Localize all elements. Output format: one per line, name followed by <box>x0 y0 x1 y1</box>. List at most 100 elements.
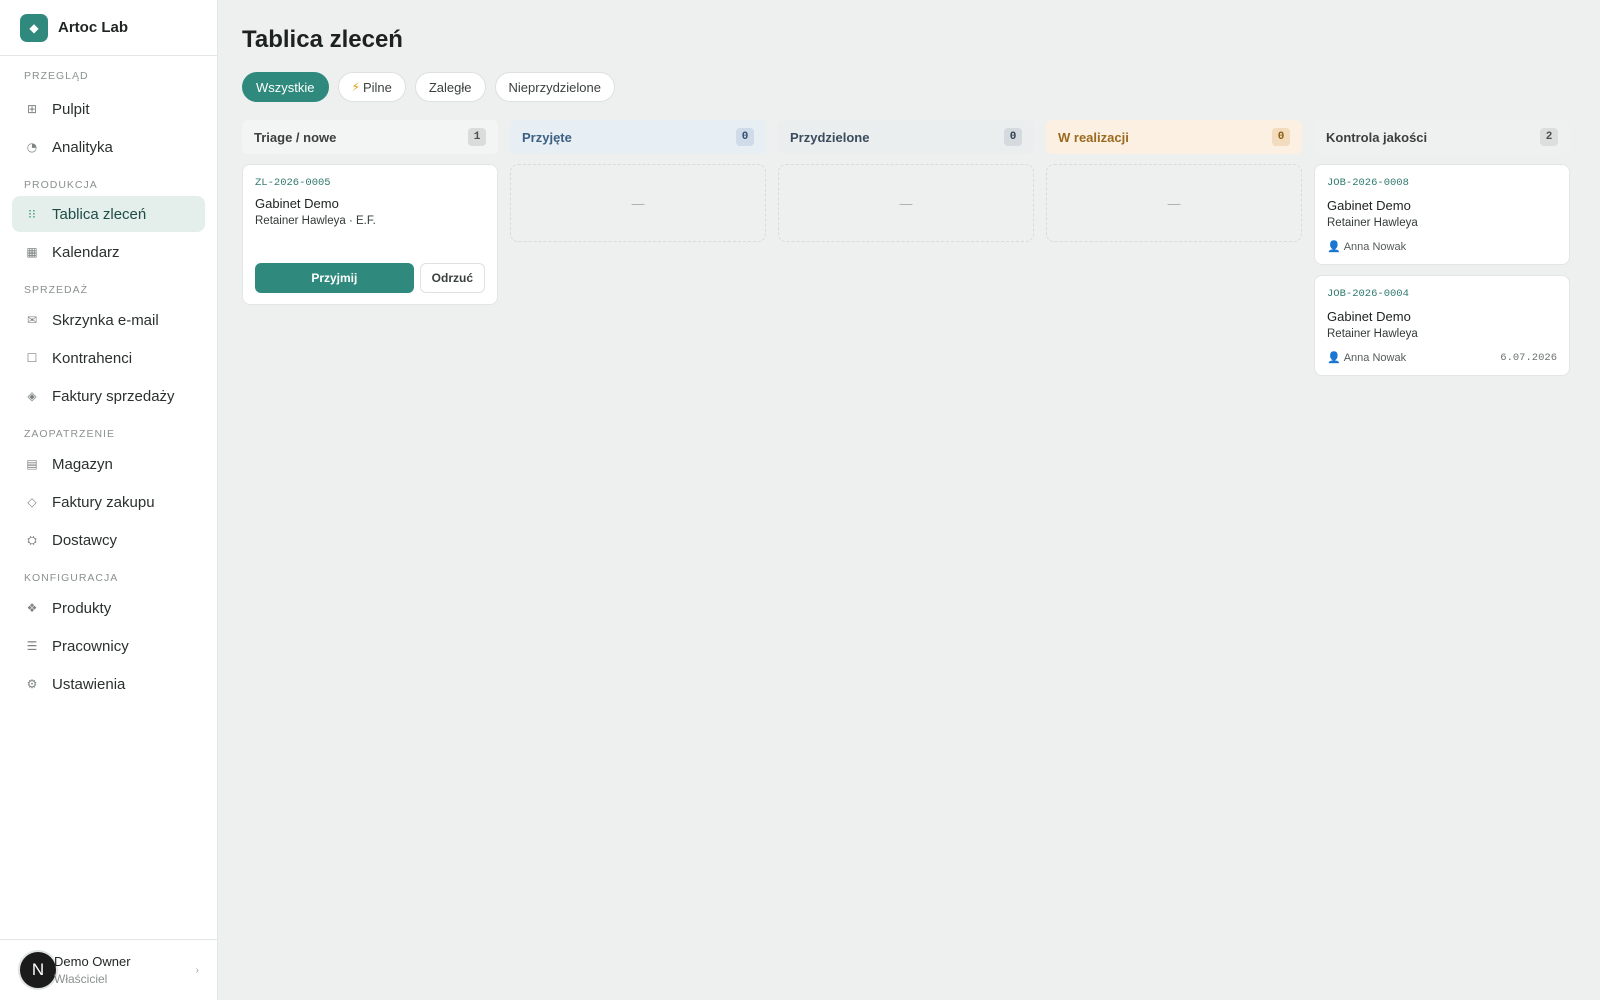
filter-pilne[interactable]: ⚡ Pilne <box>337 72 406 102</box>
job-subtitle: Retainer Hawleya <box>1327 217 1418 229</box>
board-icon: ⁝⁝ <box>28 207 36 221</box>
filter-zalegle[interactable]: Zaległe <box>414 72 486 102</box>
filter-nieprzydzielone[interactable]: Nieprzydzielone <box>494 72 615 102</box>
column-przyjete: Przyjęte 0 — <box>510 120 766 242</box>
column-title: Przyjęte <box>522 129 572 145</box>
warehouse-icon: ▤ <box>26 457 38 471</box>
column-w-realizacji: W realizacji 0 — <box>1046 120 1302 242</box>
column-count: 0 <box>1004 128 1022 146</box>
sidebar-item-faktury-sprzedazy[interactable]: ◈ Faktury sprzedaży <box>12 378 205 414</box>
column-count: 1 <box>468 128 486 146</box>
diamond-icon: ◆ <box>20 13 48 42</box>
sidebar-item-label: Dostawcy <box>52 531 118 549</box>
assignee: 👤 Anna Nowak <box>1327 351 1406 364</box>
filter-bar: Wszystkie ⚡ Pilne Zaległe Nieprzydzielon… <box>242 72 615 102</box>
job-code: ZL-2026-0005 <box>255 177 331 189</box>
calendar-icon: ▦ <box>26 245 38 259</box>
assignee-name: Anna Nowak <box>1343 352 1407 364</box>
pie-chart-icon: ◔ <box>26 140 38 154</box>
sidebar-item-tablica-zlecen[interactable]: ⁝⁝ Tablica zleceń <box>12 196 205 232</box>
person-icon: 👤 <box>1327 240 1341 253</box>
job-meta: 👤 Anna Nowak <box>1327 240 1557 253</box>
reject-button[interactable]: Odrzuć <box>419 263 485 293</box>
supplier-icon: ⛭ <box>27 532 37 547</box>
filter-label: Zaległe <box>428 79 472 95</box>
job-card[interactable]: ZL-2026-0005 Gabinet Demo Retainer Hawle… <box>242 164 498 305</box>
invoice-icon: ◈ <box>27 389 37 403</box>
chevron-icon: › <box>195 965 199 976</box>
sidebar-item-dostawcy[interactable]: ⛭ Dostawcy <box>12 522 205 558</box>
user-name: Demo Owner <box>54 954 131 969</box>
sidebar-item-magazyn[interactable]: ▤ Magazyn <box>12 446 205 482</box>
sidebar-item-label: Kontrahenci <box>52 349 133 367</box>
sidebar-item-skrzynka-email[interactable]: ✉ Skrzynka e-mail <box>12 302 205 338</box>
staff-icon: ☰ <box>26 639 38 653</box>
purchase-invoice-icon: ◇ <box>27 495 37 509</box>
job-date: 6.07.2026 <box>1500 351 1557 364</box>
sidebar-item-label: Pracownicy <box>52 637 129 655</box>
app-name: Artoc Lab <box>58 19 129 36</box>
column-header: Triage / nowe 1 <box>242 120 498 154</box>
filter-label: Wszystkie <box>256 79 315 95</box>
column-kontrola-jakosci: Kontrola jakości 2 JOB-2026-0008 Gabinet… <box>1314 120 1570 376</box>
column-header: Przydzielone 0 <box>778 120 1034 154</box>
job-title: Gabinet Demo <box>1327 198 1411 213</box>
column-title: Triage / nowe <box>254 129 337 145</box>
sidebar-item-label: Magazyn <box>52 455 113 473</box>
empty-column-placeholder: — <box>510 164 766 242</box>
job-title: Gabinet Demo <box>1327 309 1411 324</box>
sidebar-item-label: Skrzynka e-mail <box>52 311 159 329</box>
job-subtitle: Retainer Hawleya · E.F. <box>255 215 376 227</box>
sidebar-item-pracownicy[interactable]: ☰ Pracownicy <box>12 628 205 664</box>
brand[interactable]: ◆ Artoc Lab <box>0 0 217 56</box>
main-content: Tablica zleceń Wszystkie ⚡ Pilne Zaległe… <box>242 0 1582 1000</box>
sidebar: ◆ Artoc Lab PRZEGLĄD ⊞ Pulpit ◔ Analityk… <box>0 0 218 1000</box>
sidebar-item-label: Tablica zleceń <box>52 205 147 223</box>
avatar: N <box>18 950 58 990</box>
nav-section-konfiguracja: KONFIGURACJA <box>24 572 119 584</box>
job-subtitle: Retainer Hawleya <box>1327 328 1418 340</box>
sidebar-item-kontrahenci[interactable]: ☐ Kontrahenci <box>12 340 205 376</box>
job-code: JOB-2026-0008 <box>1327 177 1409 189</box>
sidebar-item-label: Faktury sprzedaży <box>52 387 175 405</box>
column-header: W realizacji 0 <box>1046 120 1302 154</box>
sidebar-item-kalendarz[interactable]: ▦ Kalendarz <box>12 234 205 270</box>
job-card[interactable]: JOB-2026-0004 Gabinet Demo Retainer Hawl… <box>1314 275 1570 376</box>
sidebar-item-ustawienia[interactable]: ⚙ Ustawienia <box>12 666 205 702</box>
column-title: Przydzielone <box>790 129 870 145</box>
nav-section-produkcja: PRODUKCJA <box>24 179 98 191</box>
sidebar-item-pulpit[interactable]: ⊞ Pulpit <box>12 91 205 127</box>
sidebar-item-produkty[interactable]: ❖ Produkty <box>12 590 205 626</box>
products-icon: ❖ <box>26 601 38 615</box>
job-title: Gabinet Demo <box>255 196 339 211</box>
sidebar-item-analityka[interactable]: ◔ Analityka <box>12 129 205 165</box>
filter-label: Pilne <box>362 79 392 95</box>
job-meta: 👤 Anna Nowak 6.07.2026 <box>1327 351 1557 364</box>
sidebar-item-label: Ustawienia <box>52 675 126 693</box>
column-title: Kontrola jakości <box>1326 129 1428 145</box>
sidebar-item-label: Kalendarz <box>52 243 120 261</box>
page-title: Tablica zleceń <box>242 26 403 53</box>
column-title: W realizacji <box>1058 129 1129 145</box>
person-icon: 👤 <box>1327 351 1341 364</box>
filter-wszystkie[interactable]: Wszystkie <box>242 72 329 102</box>
sidebar-item-faktury-zakupu[interactable]: ◇ Faktury zakupu <box>12 484 205 520</box>
mail-icon: ✉ <box>26 313 38 327</box>
contacts-icon: ☐ <box>26 351 38 365</box>
assignee-name: Anna Nowak <box>1343 241 1407 253</box>
sidebar-item-label: Analityka <box>52 138 113 156</box>
sidebar-item-label: Pulpit <box>52 100 90 118</box>
assignee: 👤 Anna Nowak <box>1327 240 1406 253</box>
filter-label: Nieprzydzielone <box>508 79 602 95</box>
user-role: Właściciel <box>54 972 108 986</box>
column-count: 0 <box>1272 128 1290 146</box>
user-menu[interactable]: N Demo Owner Właściciel › <box>0 939 217 1000</box>
accept-button[interactable]: Przyjmij <box>255 263 414 293</box>
column-count: 0 <box>736 128 754 146</box>
column-header: Przyjęte 0 <box>510 120 766 154</box>
column-header: Kontrola jakości 2 <box>1314 120 1570 154</box>
nav-section-zaopatrzenie: ZAOPATRZENIE <box>24 428 115 440</box>
job-card[interactable]: JOB-2026-0008 Gabinet Demo Retainer Hawl… <box>1314 164 1570 265</box>
job-code: JOB-2026-0004 <box>1327 288 1409 300</box>
lightning-icon: ⚡ <box>351 80 360 94</box>
